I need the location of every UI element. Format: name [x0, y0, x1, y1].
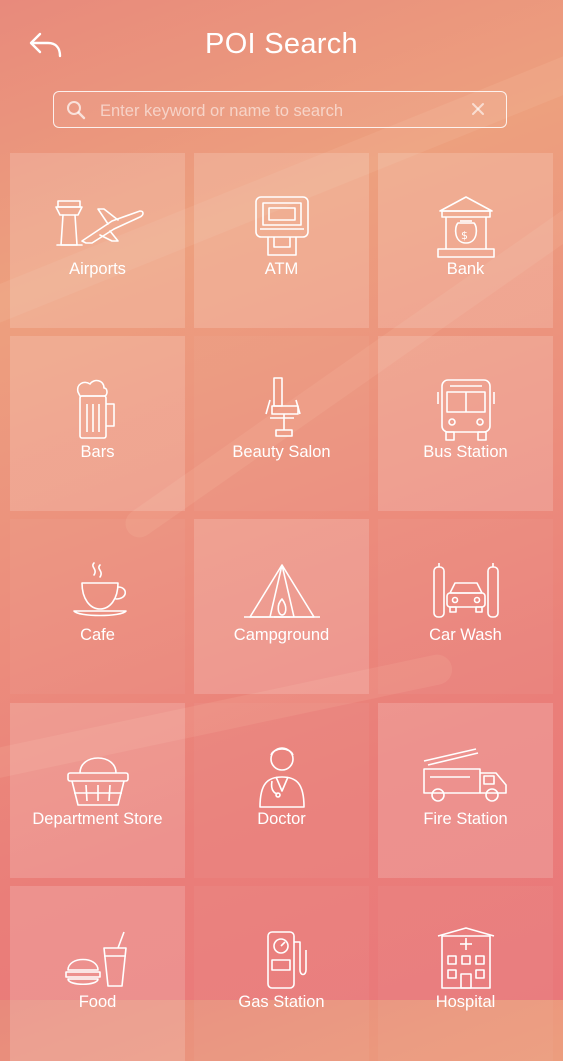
search-input[interactable]	[98, 96, 462, 126]
doctor-icon	[236, 743, 328, 813]
clear-icon[interactable]	[468, 99, 488, 119]
category-label: Bus Station	[423, 443, 508, 461]
page-title: POI Search	[205, 28, 358, 60]
category-bars[interactable]: Bars	[10, 336, 185, 511]
category-label: Fire Station	[423, 810, 508, 828]
category-doctor[interactable]: Doctor	[194, 703, 369, 878]
category-beauty-salon[interactable]: Beauty Salon	[194, 336, 369, 511]
category-label: Bank	[446, 260, 485, 278]
gas-pump-icon	[236, 926, 328, 996]
bank-icon: $	[420, 193, 512, 263]
beer-mug-icon	[52, 376, 144, 446]
category-label: Department Store	[32, 810, 163, 828]
category-campground[interactable]: Campground	[194, 519, 369, 694]
search-icon	[66, 100, 86, 120]
fire-truck-icon	[420, 743, 512, 813]
category-label: Hospital	[435, 993, 496, 1011]
category-label: Airports	[69, 260, 126, 278]
search-bar	[53, 91, 507, 128]
bus-icon	[420, 376, 512, 446]
category-hospital[interactable]: Hospital	[378, 886, 553, 1061]
category-label: Car Wash	[429, 626, 502, 644]
category-label: ATM	[264, 260, 299, 278]
category-label: Beauty Salon	[232, 443, 331, 461]
burger-drink-icon	[52, 926, 144, 996]
category-car-wash[interactable]: Car Wash	[378, 519, 553, 694]
tent-icon	[236, 559, 328, 629]
category-label: Gas Station	[238, 993, 325, 1011]
category-bank[interactable]: $ Bank	[378, 153, 553, 328]
category-fire-station[interactable]: Fire Station	[378, 703, 553, 878]
hospital-icon	[420, 926, 512, 996]
category-label: Cafe	[80, 626, 115, 644]
category-gas-station[interactable]: Gas Station	[194, 886, 369, 1061]
category-label: Bars	[80, 443, 115, 461]
category-food[interactable]: Food	[10, 886, 185, 1061]
category-cafe[interactable]: Cafe	[10, 519, 185, 694]
svg-text:$: $	[461, 229, 468, 242]
airport-icon	[52, 193, 144, 263]
coffee-cup-icon	[52, 559, 144, 629]
car-wash-icon	[420, 559, 512, 629]
category-label: Campground	[233, 626, 330, 644]
atm-icon	[236, 193, 328, 263]
category-department-store[interactable]: Department Store	[10, 703, 185, 878]
header-bar: POI Search	[0, 0, 563, 90]
category-airports[interactable]: Airports	[10, 153, 185, 328]
category-atm[interactable]: ATM	[194, 153, 369, 328]
category-label: Food	[78, 993, 117, 1011]
category-label: Doctor	[257, 810, 306, 828]
shopping-basket-icon	[52, 743, 144, 813]
salon-chair-icon	[236, 376, 328, 446]
category-bus-station[interactable]: Bus Station	[378, 336, 553, 511]
